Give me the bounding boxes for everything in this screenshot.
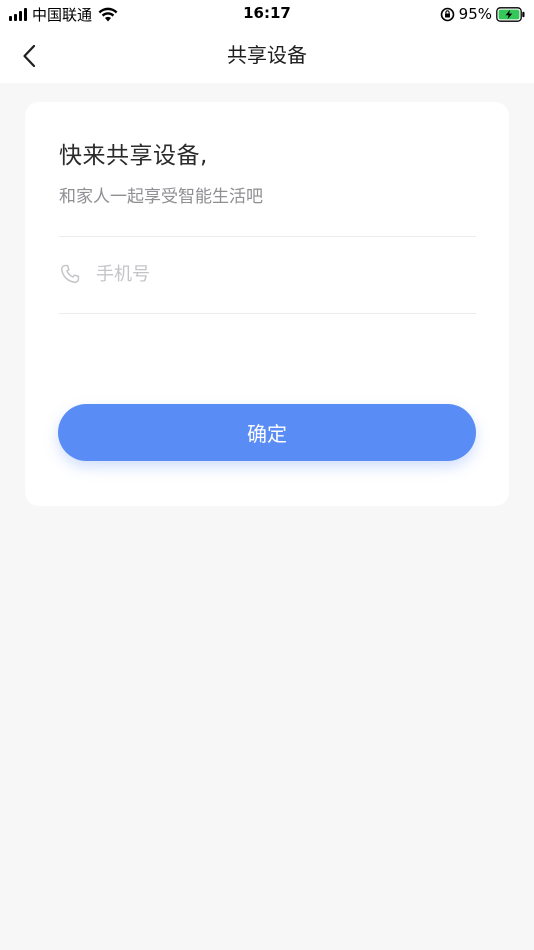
card-subtitle: 和家人一起享受智能生活吧: [59, 187, 263, 207]
card-title: 快来共享设备,: [59, 143, 208, 169]
navigation-bar: 共享设备: [0, 28, 534, 83]
page-title: 共享设备: [227, 43, 307, 67]
phone-input[interactable]: [96, 263, 456, 285]
divider-bottom: [59, 313, 476, 314]
divider-top: [59, 236, 476, 237]
confirm-button[interactable]: 确定: [58, 404, 476, 461]
rotation-lock-icon: [440, 7, 455, 22]
phone-field[interactable]: [59, 252, 476, 296]
share-device-card: 快来共享设备, 和家人一起享受智能生活吧 确定: [25, 102, 509, 506]
status-right: 95%: [440, 4, 526, 24]
battery-charging-icon: [496, 6, 526, 22]
phone-icon: [59, 262, 83, 286]
status-bar: 中国联通 16:17 95%: [0, 0, 534, 28]
battery-percent: 95%: [458, 5, 492, 23]
